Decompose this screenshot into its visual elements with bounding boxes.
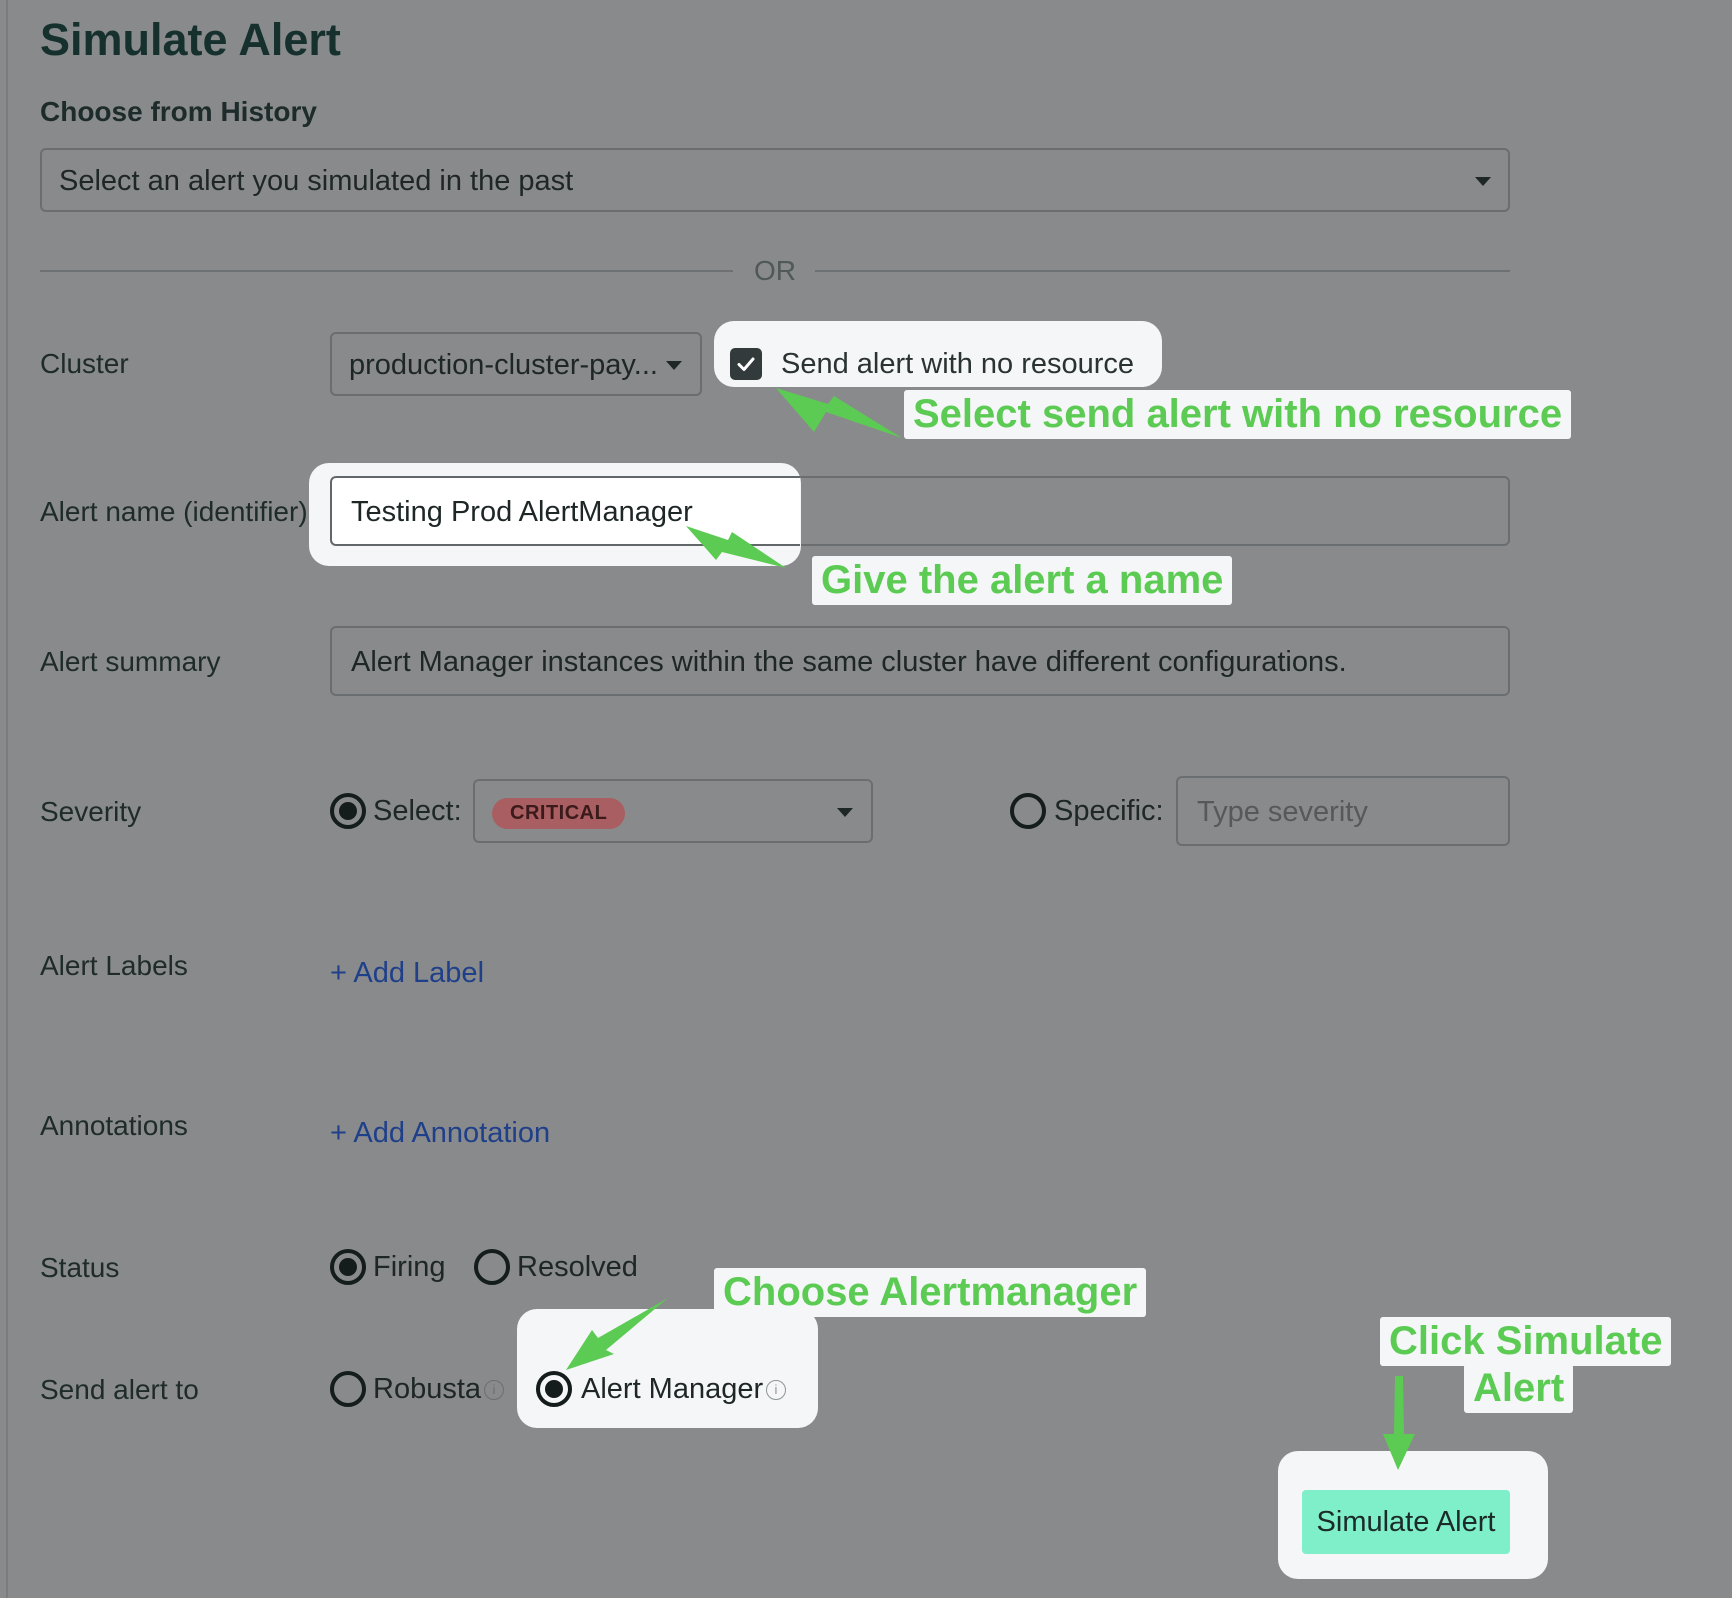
callout-arrow-icon: [776, 388, 902, 438]
callout-arrows: [566, 388, 1415, 1470]
callout-arrow-icon: [566, 1298, 668, 1370]
callout-arrow-icon: [1383, 1376, 1415, 1470]
callout-arrow-icon: [686, 526, 786, 568]
